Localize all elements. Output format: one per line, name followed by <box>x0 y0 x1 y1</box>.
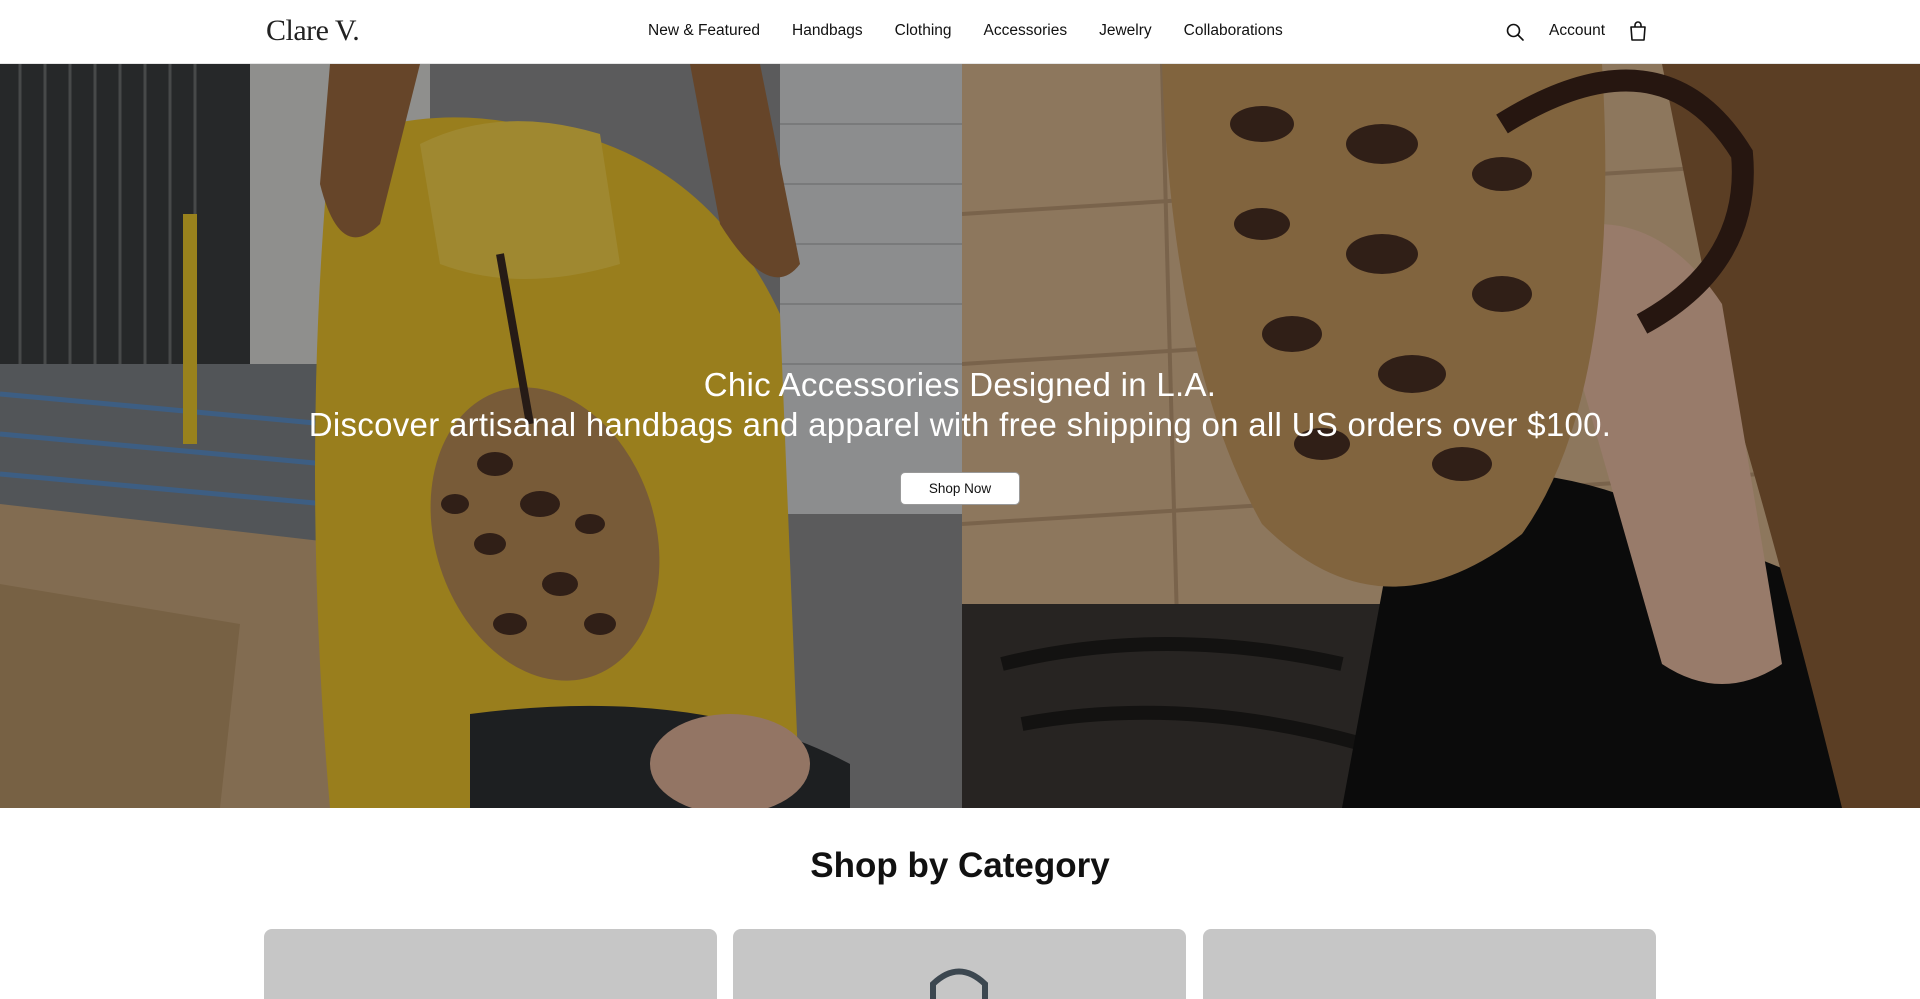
hero-banner: Chic Accessories Designed in L.A. Discov… <box>0 64 1920 808</box>
shopping-bag-icon[interactable] <box>1628 20 1648 42</box>
nav-item-clothing[interactable]: Clothing <box>895 22 952 40</box>
category-card[interactable] <box>264 929 717 999</box>
search-icon[interactable] <box>1505 22 1525 42</box>
handbag-image <box>930 968 988 999</box>
account-link[interactable]: Account <box>1549 22 1605 40</box>
nav-item-accessories[interactable]: Accessories <box>984 22 1068 40</box>
section-title-shop-by-category: Shop by Category <box>810 846 1110 885</box>
shop-now-button[interactable]: Shop Now <box>900 472 1020 505</box>
main-nav: New & Featured Handbags Clothing Accesso… <box>648 22 1283 40</box>
hero-subtitle: Discover artisanal handbags and apparel … <box>308 406 1612 443</box>
brand-logo[interactable]: Clare V. <box>266 14 360 48</box>
category-card[interactable] <box>733 929 1186 999</box>
nav-item-new-featured[interactable]: New & Featured <box>648 22 760 40</box>
nav-item-handbags[interactable]: Handbags <box>792 22 863 40</box>
hero-content: Chic Accessories Designed in L.A. Discov… <box>0 64 1920 808</box>
hero-title: Chic Accessories Designed in L.A. <box>703 366 1217 403</box>
nav-item-collaborations[interactable]: Collaborations <box>1184 22 1283 40</box>
category-card[interactable] <box>1203 929 1656 999</box>
site-header: Clare V. New & Featured Handbags Clothin… <box>0 0 1920 64</box>
nav-item-jewelry[interactable]: Jewelry <box>1099 22 1152 40</box>
